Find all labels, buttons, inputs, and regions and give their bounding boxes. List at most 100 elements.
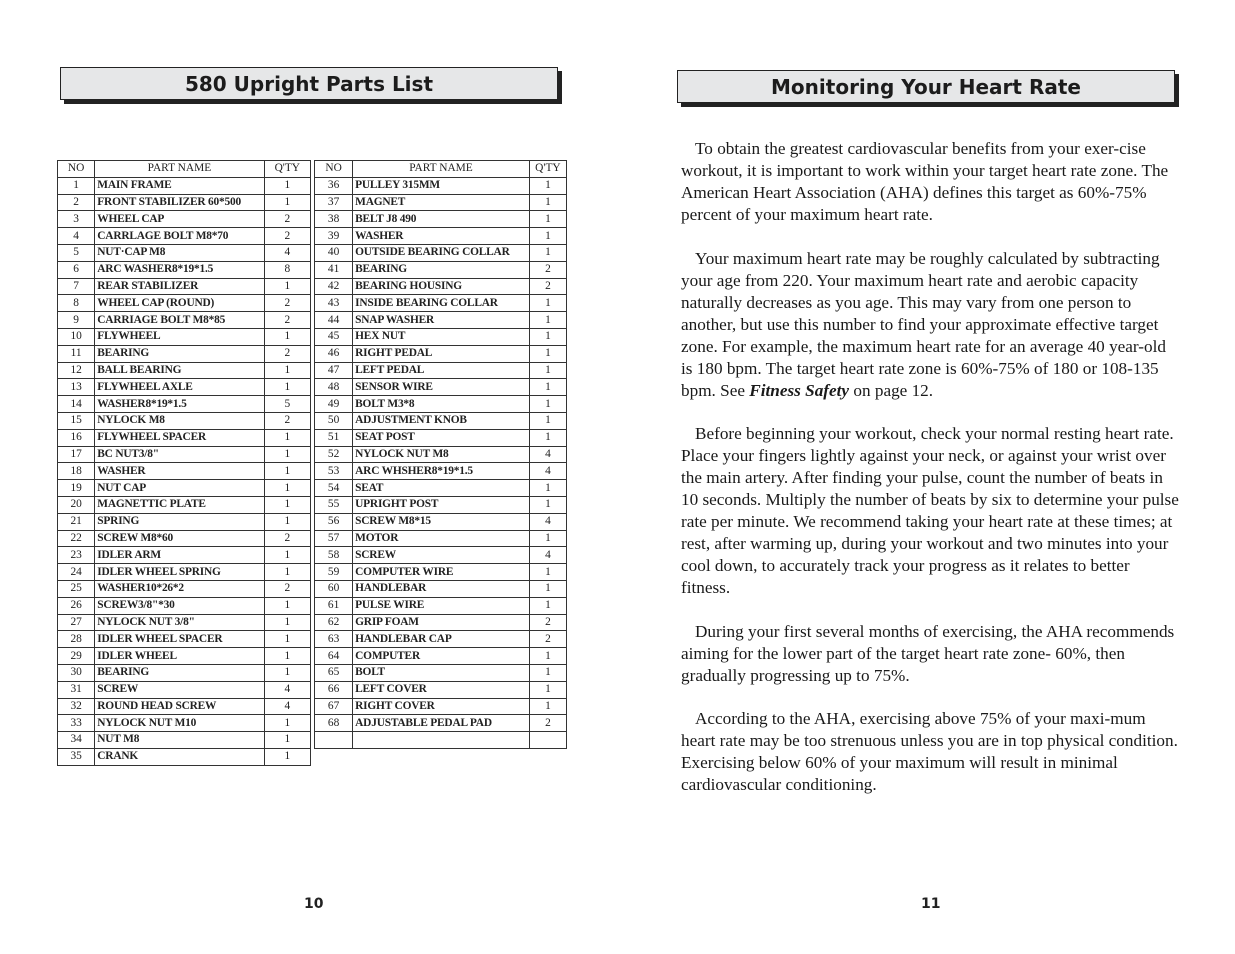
table-row: 57 MOTOR 1 bbox=[313, 529, 568, 548]
part-name: REAR STABILIZER bbox=[94, 277, 265, 296]
heart-rate-title: Monitoring Your Heart Rate bbox=[677, 70, 1175, 103]
header-part-name: PART NAME bbox=[94, 160, 265, 178]
part-name: IDLER WHEEL SPACER bbox=[94, 630, 265, 649]
part-number: 17 bbox=[56, 445, 96, 464]
part-name: INSIDE BEARING COLLAR bbox=[352, 294, 530, 313]
part-qty: 2 bbox=[263, 294, 312, 313]
part-qty: 1 bbox=[263, 495, 312, 514]
table-row: 56 SCREW M8*15 4 bbox=[313, 512, 568, 531]
part-number: 20 bbox=[56, 495, 96, 514]
part-number: 31 bbox=[56, 680, 96, 699]
part-number: 61 bbox=[313, 596, 354, 615]
part-number: 14 bbox=[56, 395, 96, 413]
part-name: WASHER bbox=[94, 462, 265, 481]
table-row: 26 SCREW3/8"*30 1 bbox=[56, 596, 312, 615]
table-row: 28 IDLER WHEEL SPACER 1 bbox=[56, 630, 312, 649]
part-qty: 1 bbox=[528, 193, 568, 212]
part-number: 13 bbox=[56, 378, 96, 397]
table-row: 2 FRONT STABILIZER 60*500 1 bbox=[56, 193, 312, 212]
header-no: NO bbox=[56, 160, 96, 178]
table-row: 54 SEAT 1 bbox=[313, 479, 568, 497]
table-row: 32 ROUND HEAD SCREW 4 bbox=[56, 697, 312, 716]
part-name: ARC WASHER8*19*1.5 bbox=[94, 260, 265, 279]
table-row: 35 CRANK 1 bbox=[56, 747, 312, 766]
part-name: IDLER ARM bbox=[94, 546, 265, 565]
part-qty: 1 bbox=[528, 529, 568, 548]
part-qty: 2 bbox=[263, 529, 312, 548]
part-number: 21 bbox=[56, 512, 96, 531]
part-qty: 2 bbox=[263, 210, 312, 229]
part-name: SCREW3/8"*30 bbox=[94, 596, 265, 615]
part-qty: 1 bbox=[263, 563, 312, 581]
parts-table-left: NO PART NAME Q'TY 1 MAIN FRAME 1 2 FRONT STA… bbox=[56, 160, 312, 766]
part-number: 22 bbox=[56, 529, 96, 548]
part-number: 27 bbox=[56, 613, 96, 632]
table-row: 4 CARRLAGE BOLT M8*70 2 bbox=[56, 227, 312, 245]
part-number: 63 bbox=[313, 630, 354, 649]
part-qty bbox=[528, 731, 568, 749]
part-name: COMPUTER bbox=[352, 647, 530, 665]
heart-rate-title-text: Monitoring Your Heart Rate bbox=[771, 74, 1081, 99]
header-qty: Q'TY bbox=[263, 160, 312, 178]
part-number: 65 bbox=[313, 663, 354, 682]
table-row: 30 BEARING 1 bbox=[56, 663, 312, 682]
part-number: 32 bbox=[56, 697, 96, 716]
part-qty: 1 bbox=[263, 546, 312, 565]
part-qty: 1 bbox=[263, 193, 312, 212]
part-name: COMPUTER WIRE bbox=[352, 563, 530, 581]
part-qty: 1 bbox=[528, 495, 568, 514]
table-row: 23 IDLER ARM 1 bbox=[56, 546, 312, 565]
part-number: 55 bbox=[313, 495, 354, 514]
part-name: CRANK bbox=[94, 747, 265, 766]
part-name: IDLER WHEEL bbox=[94, 647, 265, 665]
part-number: 56 bbox=[313, 512, 354, 531]
table-row: 47 LEFT PEDAL 1 bbox=[313, 361, 568, 380]
table-row: 34 NUT M8 1 bbox=[56, 731, 312, 749]
header-part-name: PART NAME bbox=[352, 160, 530, 178]
part-qty: 4 bbox=[263, 680, 312, 699]
part-name: MOTOR bbox=[352, 529, 530, 548]
part-number: 58 bbox=[313, 546, 354, 565]
part-number: 59 bbox=[313, 563, 354, 581]
header-qty: Q'TY bbox=[528, 160, 568, 178]
table-header-row: NO PART NAME Q'TY bbox=[313, 160, 568, 178]
table-row: 9 CARRIAGE BOLT M8*85 2 bbox=[56, 311, 312, 329]
part-qty: 2 bbox=[263, 344, 312, 363]
table-row: 14 WASHER8*19*1.5 5 bbox=[56, 395, 312, 413]
table-row: 5 NUT·CAP M8 4 bbox=[56, 243, 312, 262]
part-qty: 1 bbox=[263, 277, 312, 296]
table-row: 58 SCREW 4 bbox=[313, 546, 568, 565]
part-number: 51 bbox=[313, 428, 354, 447]
part-number: 3 bbox=[56, 210, 96, 229]
part-name: RIGHT COVER bbox=[352, 697, 530, 716]
part-qty: 1 bbox=[263, 630, 312, 649]
part-number: 54 bbox=[313, 479, 354, 497]
part-name: NUT·CAP M8 bbox=[94, 243, 265, 262]
part-name: PULLEY 315MM bbox=[352, 176, 530, 195]
table-header-row: NO PART NAME Q'TY bbox=[56, 160, 312, 178]
part-name: NYLOCK NUT M10 bbox=[94, 714, 265, 733]
table-row: 22 SCREW M8*60 2 bbox=[56, 529, 312, 548]
part-name: LEFT COVER bbox=[352, 680, 530, 699]
part-name: GRIP FOAM bbox=[352, 613, 530, 632]
part-name: BC NUT3/8" bbox=[94, 445, 265, 464]
paragraph-max-heart-rate: Your maximum heart rate may be roughly c… bbox=[681, 248, 1166, 400]
fitness-safety-reference: Fitness Safety bbox=[749, 380, 850, 400]
part-qty: 1 bbox=[263, 613, 312, 632]
table-row: 6 ARC WASHER8*19*1.5 8 bbox=[56, 260, 312, 279]
part-name: BELT J8 490 bbox=[352, 210, 530, 229]
part-qty: 1 bbox=[263, 731, 312, 749]
part-name: UPRIGHT POST bbox=[352, 495, 530, 514]
part-name: SCREW bbox=[94, 680, 265, 699]
part-name: RIGHT PEDAL bbox=[352, 344, 530, 363]
part-number: 2 bbox=[56, 193, 96, 212]
part-name: BEARING bbox=[352, 260, 530, 279]
part-name: MAGNETTIC PLATE bbox=[94, 495, 265, 514]
table-row: 66 LEFT COVER 1 bbox=[313, 680, 568, 699]
table-row: 61 PULSE WIRE 1 bbox=[313, 596, 568, 615]
part-number: 11 bbox=[56, 344, 96, 363]
part-name: ADJUSTMENT KNOB bbox=[352, 411, 530, 430]
part-qty: 2 bbox=[263, 411, 312, 430]
part-name: SEAT POST bbox=[352, 428, 530, 447]
table-row: 65 BOLT 1 bbox=[313, 663, 568, 682]
